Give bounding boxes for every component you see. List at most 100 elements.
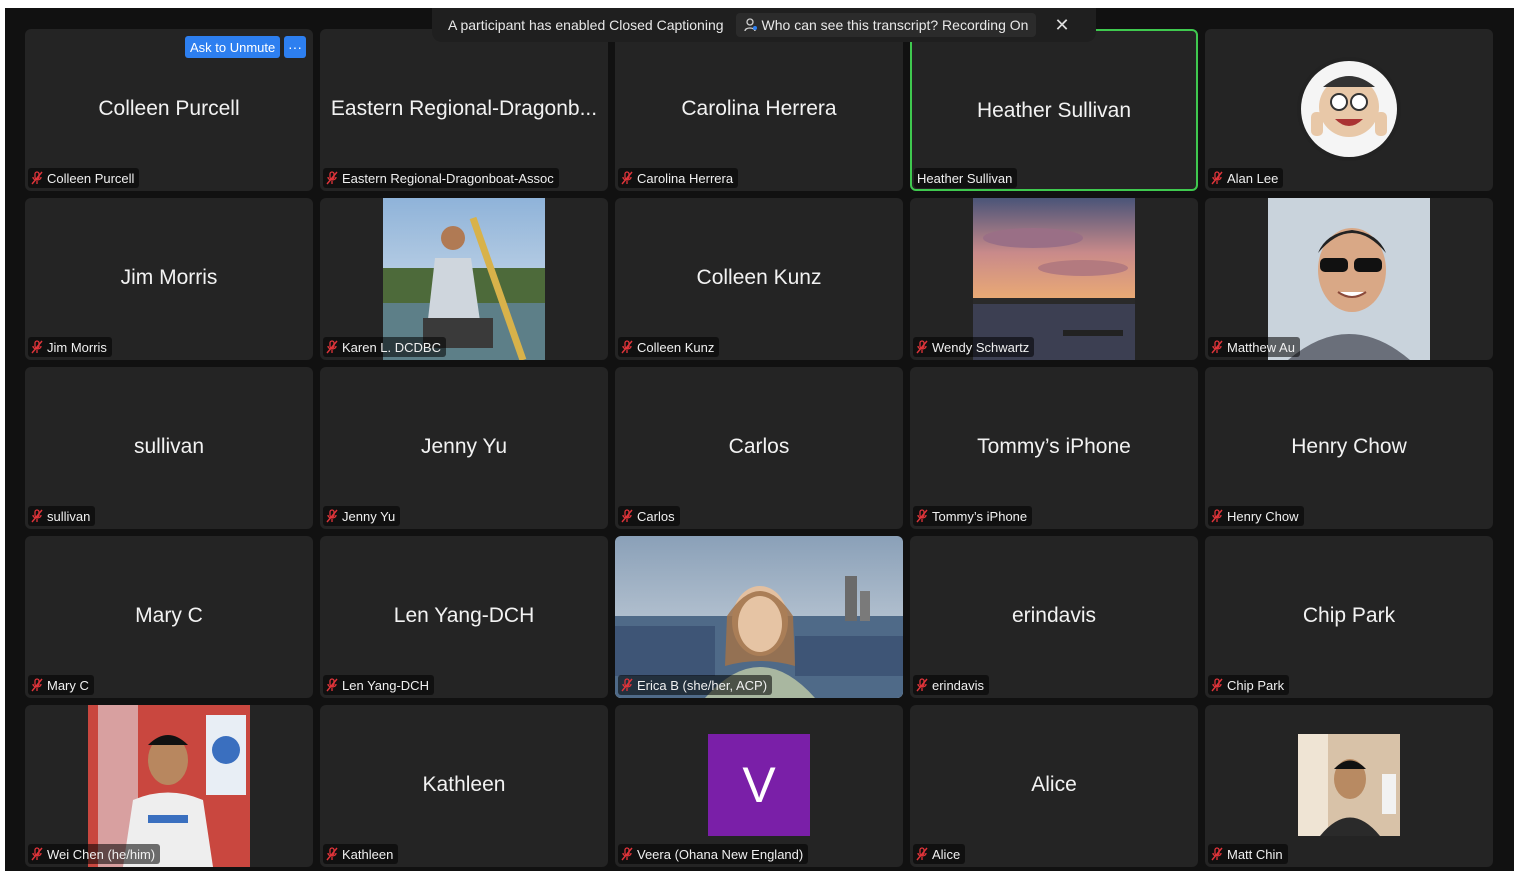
microphone-muted-icon (621, 171, 633, 185)
microphone-muted-icon (326, 340, 338, 354)
participant-tile[interactable]: Tommy’s iPhone Tommy’s iPhone (910, 367, 1198, 529)
microphone-muted-icon (621, 847, 633, 861)
microphone-muted-icon (916, 340, 928, 354)
participant-tile[interactable]: V Veera (Ohana New England) (615, 705, 903, 867)
microphone-muted-icon (31, 678, 43, 692)
participant-name-label: Alice (913, 844, 966, 864)
participant-label-text: Colleen Purcell (47, 170, 135, 186)
microphone-muted-icon (916, 847, 928, 861)
participant-label-text: Jim Morris (47, 339, 107, 355)
microphone-muted-icon (1211, 171, 1223, 185)
participant-display-name: Colleen Kunz (696, 266, 822, 289)
meeting-window: A participant has enabled Closed Caption… (5, 8, 1514, 871)
participant-name-label: Colleen Purcell (28, 168, 140, 188)
gallery-grid: Ask to Unmute ··· Colleen Purcell Colleen P… (25, 29, 1493, 867)
participant-label-text: Colleen Kunz (637, 339, 715, 355)
participant-name-label: Kathleen (323, 844, 399, 864)
microphone-muted-icon (1211, 678, 1223, 692)
participant-display-name: Tommy’s iPhone (977, 435, 1131, 458)
caption-notification-banner: A participant has enabled Closed Caption… (432, 8, 1096, 42)
participant-name-label: Karen L. DCDBC (323, 337, 446, 357)
participant-tile[interactable]: Carlos Carlos (615, 367, 903, 529)
participant-tile[interactable]: Jenny Yu Jenny Yu (320, 367, 608, 529)
transcript-visibility-text: Who can see this transcript? Recording O… (761, 17, 1029, 33)
participant-name-label: sullivan (28, 506, 96, 526)
portrait-photo (1268, 198, 1430, 360)
participant-tile[interactable]: Wei Chen (he/him) (25, 705, 313, 867)
participant-tile[interactable]: Matt Chin (1205, 705, 1493, 867)
participant-tile[interactable]: Henry Chow Henry Chow (1205, 367, 1493, 529)
participant-name-label: erindavis (913, 675, 990, 695)
participant-display-name: sullivan (133, 435, 205, 458)
participant-tile[interactable]: Alan Lee (1205, 29, 1493, 191)
participant-tile[interactable]: Kathleen Kathleen (320, 705, 608, 867)
participant-tile[interactable]: Karen L. DCDBC (320, 198, 608, 360)
participant-name-label: Chip Park (1208, 675, 1290, 695)
microphone-muted-icon (31, 171, 43, 185)
participant-name-label: Veera (Ohana New England) (618, 844, 809, 864)
participant-label-text: Jenny Yu (342, 508, 396, 524)
paddler-photo (383, 198, 545, 360)
microphone-muted-icon (326, 678, 338, 692)
participant-tile[interactable]: erindavis erindavis (910, 536, 1198, 698)
participant-name-label: Alan Lee (1208, 168, 1284, 188)
participant-label-text: Carlos (637, 508, 675, 524)
participant-label-text: Tommy’s iPhone (932, 508, 1028, 524)
participant-display-name: Carlos (728, 435, 790, 458)
participant-display-name: Heather Sullivan (976, 99, 1132, 122)
participant-label-text: Kathleen (342, 846, 394, 862)
participant-display-name: Jim Morris (120, 266, 218, 289)
participant-label-text: Henry Chow (1227, 508, 1299, 524)
participant-label-text: Heather Sullivan (917, 170, 1013, 186)
microphone-muted-icon (31, 847, 43, 861)
microphone-muted-icon (326, 847, 338, 861)
poster-photo (88, 705, 250, 867)
participant-label-text: Matthew Au (1227, 339, 1295, 355)
live-video-feed (615, 536, 903, 698)
ask-to-unmute-button[interactable]: Ask to Unmute (185, 36, 281, 58)
transcript-visibility-button[interactable]: Who can see this transcript? Recording O… (735, 13, 1037, 37)
participant-tile[interactable]: Matthew Au (1205, 198, 1493, 360)
participant-tile[interactable]: Mary C Mary C (25, 536, 313, 698)
more-options-button[interactable]: ··· (284, 36, 306, 58)
participant-label-text: Wendy Schwartz (932, 339, 1030, 355)
participant-label-text: Veera (Ohana New England) (637, 846, 804, 862)
participant-tile[interactable]: Erica B (she/her, ACP) (615, 536, 903, 698)
participant-tile[interactable]: Eastern Regional-Dragonb... Eastern Regio… (320, 29, 608, 191)
microphone-muted-icon (326, 509, 338, 523)
participant-label-text: sullivan (47, 508, 91, 524)
participant-name-label: Heather Sullivan (914, 168, 1018, 188)
participant-name-label: Len Yang-DCH (323, 675, 434, 695)
participant-label-text: Eastern Regional-Dragonboat-Assoc (342, 170, 554, 186)
participant-display-name: Jenny Yu (420, 435, 508, 458)
sunset-photo (973, 198, 1135, 360)
participant-name-label: Erica B (she/her, ACP) (618, 675, 773, 695)
participant-name-label: Matthew Au (1208, 337, 1300, 357)
participant-tile[interactable]: Alice Alice (910, 705, 1198, 867)
microphone-muted-icon (621, 678, 633, 692)
participant-label-text: erindavis (932, 677, 985, 693)
participant-label-text: Matt Chin (1227, 846, 1283, 862)
caption-notice-text: A participant has enabled Closed Caption… (448, 17, 724, 33)
participant-name-label: Matt Chin (1208, 844, 1288, 864)
participant-tile[interactable]: Jim Morris Jim Morris (25, 198, 313, 360)
participant-label-text: Alice (932, 846, 961, 862)
profile-avatar (1297, 57, 1401, 161)
participant-tile[interactable]: Len Yang-DCH Len Yang-DCH (320, 536, 608, 698)
participant-tile[interactable]: Colleen Kunz Colleen Kunz (615, 198, 903, 360)
participant-label-text: Karen L. DCDBC (342, 339, 441, 355)
participant-name-label: Wei Chen (he/him) (28, 844, 161, 864)
participant-display-name: Colleen Purcell (98, 97, 240, 120)
participant-tile[interactable]: sullivan sullivan (25, 367, 313, 529)
participant-tile[interactable]: Carolina Herrera Carolina Herrera (615, 29, 903, 191)
participant-tile[interactable]: Wendy Schwartz (910, 198, 1198, 360)
participant-label-text: Erica B (she/her, ACP) (637, 677, 768, 693)
close-icon[interactable]: ✕ (1054, 15, 1069, 36)
participant-name-label: Tommy’s iPhone (913, 506, 1033, 526)
participant-tile[interactable]: Heather Sullivan Heather Sullivan (910, 29, 1198, 191)
participant-tile[interactable]: Chip Park Chip Park (1205, 536, 1493, 698)
participant-display-name: Alice (1031, 773, 1077, 796)
participant-tile[interactable]: Ask to Unmute ··· Colleen Purcell Colleen P… (25, 29, 313, 191)
microphone-muted-icon (31, 340, 43, 354)
participant-name-label: Carolina Herrera (618, 168, 739, 188)
